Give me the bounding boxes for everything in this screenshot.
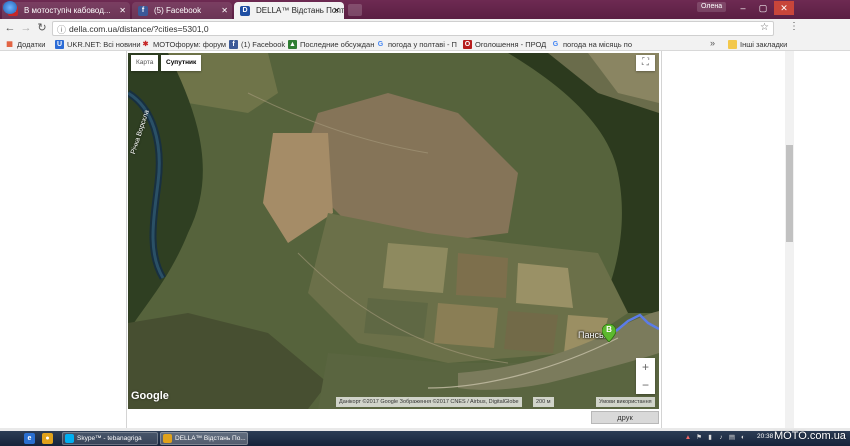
ukrnet-icon: U — [55, 40, 64, 49]
moto-forum-icon: ✱ — [142, 41, 149, 48]
bookmark-weather-poltava[interactable]: G погода у полтаві - П — [376, 39, 457, 50]
scroll-thumb[interactable] — [786, 145, 793, 242]
forward-button[interactable]: → — [19, 21, 33, 35]
bookmarks-overflow-button[interactable]: » — [710, 38, 715, 48]
chrome-icon[interactable]: ● — [42, 433, 53, 444]
antivirus-tray-icon[interactable]: ▲ — [684, 433, 692, 443]
task-della[interactable]: DELLA™ Відстань По... — [160, 432, 248, 445]
bookmark-apps[interactable]: ▦ Додатки — [5, 39, 45, 50]
bookmark-ukrnet[interactable]: U UKR.NET: Всі новини — [55, 39, 141, 50]
watermark: MOTO.com.ua — [774, 430, 846, 442]
zoom-control: + − — [636, 358, 655, 394]
bookmark-ads[interactable]: О Оголошення - ПРОД — [463, 39, 546, 50]
close-icon[interactable]: ✕ — [333, 2, 340, 19]
minimize-button[interactable]: ‒ — [734, 1, 752, 15]
bookmark-label: Інші закладки — [740, 40, 788, 49]
task-skype[interactable]: Skype™ - tebanagriga — [62, 432, 158, 445]
bookmark-label: (1) Facebook — [241, 40, 286, 49]
bookmark-label: UKR.NET: Всі новини — [67, 40, 141, 49]
maximize-button[interactable]: ▢ — [754, 1, 772, 15]
new-tab-button[interactable] — [348, 4, 362, 16]
address-bar[interactable]: ⓘ della.com.ua/distance/?cities=5301,0 ☆ — [52, 21, 774, 36]
folder-icon — [728, 40, 737, 49]
bookmark-label: MOTOфорум: форум — [153, 40, 227, 49]
volume-tray-icon[interactable]: ♪ — [717, 433, 725, 443]
bookmark-label: погода у полтаві - П — [388, 40, 457, 49]
map-marker-b[interactable]: B — [602, 324, 616, 342]
tab-label: DELLA™ Відстань Полта... — [256, 6, 344, 15]
chrome-icon — [163, 434, 172, 443]
bookmark-label: погода на місяць по — [563, 40, 632, 49]
tab-della[interactable]: D DELLA™ Відстань Полта... ✕ — [234, 2, 344, 19]
close-window-button[interactable]: ✕ — [774, 1, 794, 15]
reload-button[interactable]: ↻ — [35, 21, 49, 35]
satellite-map[interactable]: Карта Супутник ⛶ Річка Ворскла Панськ. B… — [128, 53, 659, 409]
bookmark-facebook[interactable]: f (1) Facebook — [229, 39, 285, 50]
power-tray-icon[interactable]: ◐ — [739, 433, 747, 443]
map-attribution: Данікорт ©2017 Google Зображення ©2017 C… — [336, 397, 522, 407]
fullscreen-button[interactable]: ⛶ — [636, 55, 655, 71]
profile-name[interactable]: Олена — [697, 2, 727, 12]
bookmark-discussions[interactable]: ▲ Последние обсуждан — [288, 39, 374, 50]
task-label: DELLA™ Відстань По... — [175, 435, 246, 442]
network-tray-icon[interactable]: ▮ — [706, 433, 714, 443]
tab-moto-forum[interactable]: M В мотоступіч кабовод... ✕ — [2, 2, 130, 19]
tab-facebook[interactable]: f (5) Facebook ✕ — [132, 2, 232, 19]
tab-label: (5) Facebook — [154, 6, 202, 15]
tab-label: В мотоступіч кабовод... — [24, 6, 111, 15]
facebook-icon: f — [138, 6, 148, 16]
bookmark-star-icon[interactable]: ☆ — [760, 22, 769, 33]
skype-icon — [65, 434, 74, 443]
language-tray-icon[interactable]: ▤ — [728, 433, 736, 443]
back-button[interactable]: ← — [3, 21, 17, 35]
flag-tray-icon[interactable]: ⚑ — [695, 433, 703, 443]
google-icon: G — [552, 41, 559, 48]
forum-icon: ▲ — [288, 40, 297, 49]
page-info-icon[interactable]: ⓘ — [57, 23, 66, 36]
close-icon[interactable]: ✕ — [221, 2, 228, 19]
ads-icon: О — [463, 40, 472, 49]
apps-icon: ▦ — [6, 41, 13, 48]
other-bookmarks[interactable]: Інші закладки — [728, 39, 787, 50]
close-icon[interactable]: ✕ — [119, 2, 126, 19]
google-logo: Google — [131, 390, 169, 402]
bookmark-label: Додатки — [17, 40, 46, 49]
map-type-satellite[interactable]: Супутник — [161, 55, 202, 71]
address-url: della.com.ua/distance/?cities=5301,0 — [69, 24, 209, 34]
ie-icon[interactable]: e — [24, 433, 35, 444]
zoom-in-button[interactable]: + — [636, 358, 655, 376]
bookmark-label: Последние обсуждан — [300, 40, 375, 49]
satellite-imagery — [128, 53, 659, 409]
map-scale: 200 м — [533, 397, 554, 407]
facebook-icon: f — [229, 40, 238, 49]
bookmark-moto-forum[interactable]: ✱ MOTOфорум: форум — [141, 39, 226, 50]
bookmark-weather-month[interactable]: G погода на місяць по — [551, 39, 632, 50]
bookmark-label: Оголошення - ПРОД — [475, 40, 547, 49]
della-icon: D — [240, 6, 250, 16]
start-button[interactable] — [3, 1, 17, 14]
google-icon: G — [377, 41, 384, 48]
taskbar-clock[interactable]: 20:38 — [757, 433, 773, 440]
map-type-map[interactable]: Карта — [131, 55, 159, 71]
task-label: Skype™ - tebanagriga — [77, 435, 142, 442]
marker-letter: B — [606, 325, 612, 334]
menu-icon[interactable]: ⋮ — [789, 21, 799, 32]
print-button[interactable]: друк — [591, 411, 659, 424]
terms-link[interactable]: Умови використання — [596, 397, 655, 407]
zoom-out-button[interactable]: − — [636, 376, 655, 394]
